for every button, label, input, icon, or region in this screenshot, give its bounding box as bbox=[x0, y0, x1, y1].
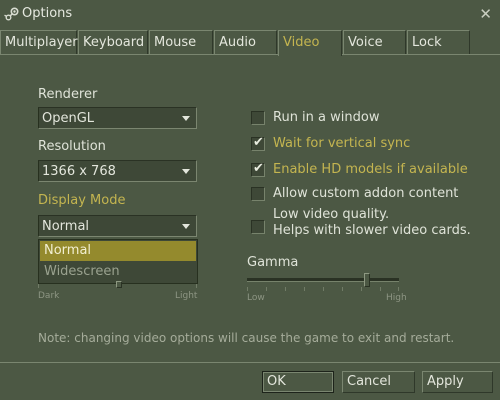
custom-addon-label: Allow custom addon content bbox=[273, 186, 459, 201]
gamma-slider-track[interactable] bbox=[247, 278, 399, 282]
chevron-down-icon[interactable] bbox=[182, 169, 190, 174]
gamma-ticks bbox=[247, 287, 399, 291]
run-in-window-checkbox[interactable] bbox=[251, 111, 265, 125]
checkmark-icon: ✔ bbox=[253, 161, 264, 176]
tab-divider bbox=[0, 54, 278, 55]
tab-divider-right bbox=[342, 54, 500, 55]
title-bar[interactable]: Options ✕ bbox=[0, 0, 500, 28]
tab-keyboard[interactable]: Keyboard bbox=[78, 30, 148, 54]
dropdown-option-widescreen[interactable]: Widescreen bbox=[40, 262, 196, 282]
tab-voice[interactable]: Voice bbox=[343, 30, 406, 54]
hd-models-checkbox[interactable]: ✔ bbox=[251, 161, 265, 177]
tab-video[interactable]: Video bbox=[278, 30, 342, 56]
brightness-min-label: Dark bbox=[38, 291, 60, 301]
display-mode-label: Display Mode bbox=[38, 193, 126, 208]
tab-multiplayer[interactable]: Multiplayer bbox=[0, 30, 78, 54]
resolution-combobox[interactable]: 1366 x 768 bbox=[38, 160, 197, 182]
window-title: Options bbox=[22, 6, 73, 21]
run-in-window-label: Run in a window bbox=[273, 110, 380, 125]
cancel-button[interactable]: Cancel bbox=[342, 371, 415, 393]
chevron-down-icon[interactable] bbox=[182, 224, 190, 229]
resolution-label: Resolution bbox=[38, 139, 106, 154]
gamma-max-label: High bbox=[386, 293, 407, 303]
low-quality-label-line1: Low video quality. bbox=[273, 207, 390, 222]
low-quality-checkbox[interactable] bbox=[251, 220, 265, 234]
brightness-slider-thumb[interactable] bbox=[116, 281, 122, 288]
tab-mouse[interactable]: Mouse bbox=[149, 30, 213, 54]
custom-addon-checkbox[interactable] bbox=[251, 187, 265, 201]
gamma-label: Gamma bbox=[247, 255, 299, 270]
vsync-label: Wait for vertical sync bbox=[273, 136, 411, 151]
restart-note: Note: changing video options will cause … bbox=[38, 331, 455, 345]
renderer-label: Renderer bbox=[38, 87, 98, 102]
resolution-value: 1366 x 768 bbox=[42, 164, 116, 179]
renderer-combobox[interactable]: OpenGL bbox=[38, 107, 197, 129]
brightness-max-label: Light bbox=[175, 291, 198, 301]
tab-lock[interactable]: Lock bbox=[407, 30, 470, 54]
chevron-down-icon[interactable] bbox=[182, 116, 190, 121]
hd-models-label: Enable HD models if available bbox=[273, 162, 468, 177]
gamma-slider-thumb[interactable] bbox=[364, 273, 371, 287]
renderer-value: OpenGL bbox=[42, 111, 95, 126]
dropdown-option-normal[interactable]: Normal bbox=[40, 241, 196, 261]
display-mode-dropdown: Normal Widescreen bbox=[38, 239, 198, 284]
ok-button[interactable]: OK bbox=[262, 371, 334, 393]
steam-logo-icon bbox=[4, 7, 19, 21]
apply-button[interactable]: Apply bbox=[422, 371, 493, 393]
tab-audio[interactable]: Audio bbox=[214, 30, 277, 54]
display-mode-value: Normal bbox=[42, 219, 90, 234]
tab-bar: Multiplayer Keyboard Mouse Audio Video V… bbox=[0, 30, 500, 56]
checkmark-icon: ✔ bbox=[253, 135, 264, 150]
display-mode-combobox[interactable]: Normal bbox=[38, 215, 197, 237]
gamma-min-label: Low bbox=[247, 293, 265, 303]
close-icon[interactable]: ✕ bbox=[479, 6, 492, 22]
button-bar-divider bbox=[0, 362, 500, 363]
vsync-checkbox[interactable]: ✔ bbox=[251, 135, 265, 151]
low-quality-label-line2: Helps with slower video cards. bbox=[273, 223, 471, 238]
